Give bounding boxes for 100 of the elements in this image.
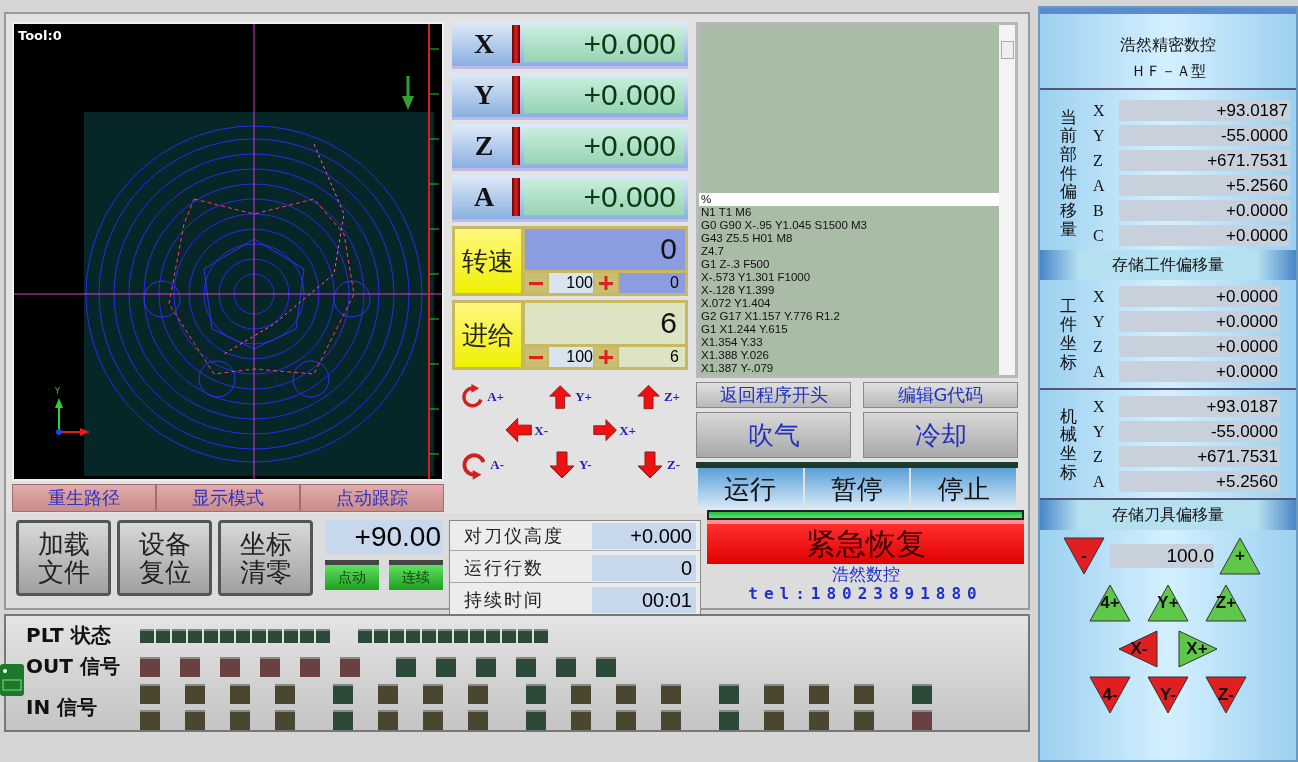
tool-jog-button[interactable]: X+ — [1175, 629, 1219, 669]
gcode-line[interactable]: G0 G90 X-.95 Y1.045 S1500 M3 — [699, 219, 999, 232]
coordinate-field: +0.0000 — [1119, 336, 1280, 357]
axis-indicator — [512, 178, 520, 216]
tool-jog-button[interactable]: 4+ — [1088, 583, 1132, 623]
coordinate-field: -55.0000 — [1119, 421, 1280, 442]
coordinate-field: +5.2560 — [1119, 471, 1280, 492]
jog-mode-button[interactable]: 点动 — [325, 560, 379, 590]
rate-actual: 6 — [619, 347, 685, 367]
aux-button[interactable]: 冷却 — [863, 412, 1018, 458]
signal-label: IN 信号 — [26, 693, 99, 721]
info-value: 0 — [592, 554, 696, 581]
minus-icon[interactable] — [525, 347, 547, 367]
gcode-line[interactable]: X1.387 Y-.079 — [699, 362, 999, 375]
axis-button[interactable]: Z — [456, 130, 512, 162]
view-button[interactable]: 点动跟踪 — [300, 484, 444, 512]
brand-text: 浩然数控 — [831, 564, 900, 584]
store-offset-button[interactable]: 存储工件偏移量 — [1040, 250, 1296, 280]
axis-label: X — [1093, 101, 1106, 120]
scrollbar[interactable] — [999, 25, 1015, 375]
axis-label: X — [1093, 397, 1106, 416]
tool-jog-button[interactable]: Y+ — [1146, 583, 1190, 623]
coordinate-field: +671.7531 — [1119, 150, 1290, 171]
axis-label: Y — [1093, 312, 1106, 331]
command-button[interactable]: 加载文件 — [16, 520, 111, 596]
emergency-button[interactable]: 紧急恢复 — [707, 520, 1024, 564]
jog-button[interactable]: A+ — [460, 380, 504, 414]
signal-label: PLT 状态 — [26, 622, 112, 649]
gcode-line[interactable]: G43 Z5.5 H01 M8 — [699, 232, 999, 245]
axis-button[interactable]: A — [456, 181, 512, 213]
gcode-line[interactable]: X1.388 Y.026 — [699, 349, 999, 362]
axis-label: A — [1093, 472, 1106, 491]
axis-readout: +0.000 — [524, 77, 684, 113]
step-down-button[interactable]: - — [1062, 536, 1106, 576]
gcode-line[interactable]: G1 Z-.3 F500 — [699, 258, 999, 271]
tool-jog-button[interactable]: Z- — [1204, 675, 1248, 715]
override-field[interactable]: 100 — [549, 273, 593, 293]
run-button[interactable]: 运行 — [698, 468, 803, 510]
view-button[interactable]: 显示模式 — [156, 484, 300, 512]
info-value: 00:01 — [592, 586, 696, 613]
phone-text: tel:18023891880 — [748, 584, 983, 604]
arrow-icon — [548, 382, 575, 412]
run-button[interactable]: 停止 — [911, 468, 1016, 510]
gcode-line[interactable]: X1.354 Y.33 — [699, 336, 999, 349]
info-label: 持续时间 — [463, 587, 545, 612]
run-button[interactable]: 暂停 — [804, 468, 910, 510]
command-button[interactable]: 设备复位 — [117, 520, 212, 596]
gcode-line[interactable]: N1 T1 M6 — [699, 206, 999, 219]
gcode-line[interactable]: G1 X1.244 Y.615 — [699, 323, 999, 336]
aux-button[interactable]: 吹气 — [696, 412, 851, 458]
tool-jog-button[interactable]: Z+ — [1204, 583, 1248, 623]
axis-button[interactable]: Y — [456, 79, 512, 111]
gcode-line[interactable]: G2 G17 X1.157 Y.776 R1.2 — [699, 310, 999, 323]
axis-button[interactable]: X — [456, 28, 512, 60]
axis-label: Y — [55, 388, 60, 396]
rate-value: 6 — [525, 303, 685, 344]
program-button[interactable]: 返回程序开头 — [696, 382, 851, 408]
axis-readout: +0.000 — [524, 128, 684, 164]
view-button[interactable]: 重生路径 — [12, 484, 156, 512]
coordinate-field: +0.0000 — [1119, 286, 1280, 307]
axis-label: X — [1093, 287, 1106, 306]
model-label: ＨＦ－Ａ型 — [1130, 61, 1206, 82]
jog-button[interactable]: X- — [504, 414, 548, 448]
plus-icon[interactable] — [595, 273, 617, 293]
step-up-button[interactable]: + — [1218, 536, 1262, 576]
axis-label: C — [1093, 226, 1105, 245]
program-button[interactable]: 编辑G代码 — [863, 382, 1018, 408]
axis-indicator — [512, 25, 520, 63]
group-label: 工件坐标 — [1060, 296, 1077, 372]
jog-button[interactable]: Y+ — [548, 380, 592, 414]
coordinate-field: +93.0187 — [1119, 100, 1290, 121]
tool-jog-button[interactable]: 4- — [1088, 675, 1132, 715]
tool-jog-button[interactable]: Y- — [1146, 675, 1190, 715]
axis-label: A — [1093, 176, 1106, 195]
step-field[interactable]: 100.0 — [1110, 544, 1214, 568]
gcode-line[interactable]: Z4.7 — [699, 245, 999, 258]
jog-button[interactable]: Z- — [636, 448, 680, 482]
minus-icon[interactable] — [525, 273, 547, 293]
jog-button[interactable]: Y- — [548, 448, 592, 482]
jog-button[interactable]: X+ — [592, 414, 636, 448]
gcode-line[interactable]: X-.573 Y1.301 F1000 — [699, 271, 999, 284]
tool-jog-button[interactable]: X- — [1117, 629, 1161, 669]
jog-button[interactable]: Z+ — [636, 380, 680, 414]
keyboard-icon[interactable] — [0, 664, 24, 696]
jog-mode-button[interactable]: 连续 — [389, 560, 443, 590]
command-button[interactable]: 坐标清零 — [218, 520, 313, 596]
gcode-line[interactable]: X.072 Y1.404 — [699, 297, 999, 310]
override-field[interactable]: 100 — [549, 347, 593, 367]
jog-step-field[interactable]: +90.00 — [325, 520, 443, 554]
store-offset-button[interactable]: 存储刀具偏移量 — [1040, 500, 1296, 530]
gcode-line[interactable]: X-.128 Y1.399 — [699, 284, 999, 297]
coordinate-field: +0.0000 — [1119, 225, 1290, 246]
axis-label: Z — [1093, 151, 1104, 170]
plus-icon[interactable] — [595, 347, 617, 367]
jog-button[interactable]: A- — [460, 448, 504, 482]
axis-label: B — [1093, 201, 1105, 220]
axis-label: Y — [1093, 126, 1106, 145]
coordinate-field: +5.2560 — [1119, 175, 1290, 196]
coordinate-field: +0.0000 — [1119, 200, 1290, 221]
rate-label: 转速 — [455, 229, 521, 293]
